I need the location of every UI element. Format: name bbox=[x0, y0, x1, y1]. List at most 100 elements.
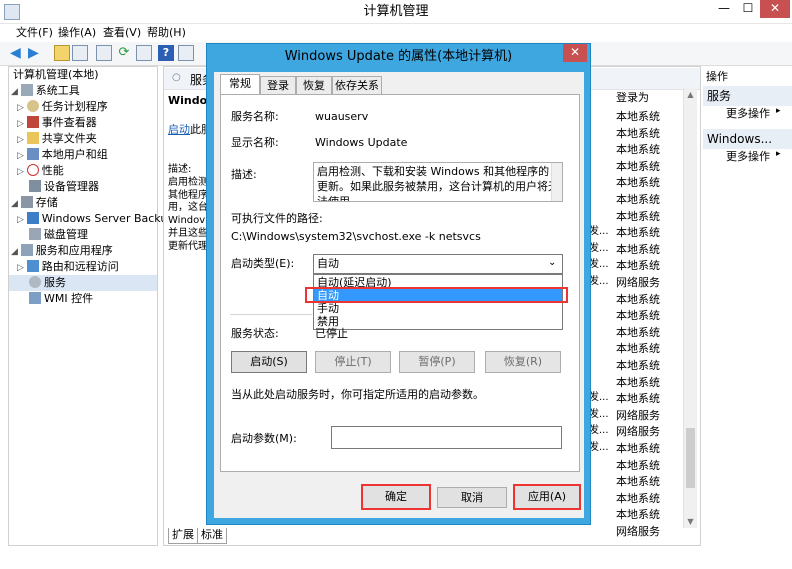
tab-standard[interactable]: 标准 bbox=[197, 528, 227, 544]
tree-item-task-scheduler[interactable]: ▷ 任务计划程序 bbox=[9, 99, 157, 115]
export-list-icon[interactable] bbox=[136, 45, 152, 61]
tree-item-event-viewer[interactable]: ▷ 事件查看器 bbox=[9, 115, 157, 131]
tree-item-local-users[interactable]: ▷ 本地用户和组 bbox=[9, 147, 157, 163]
back-arrow-icon[interactable]: ◀ bbox=[10, 45, 26, 61]
logon-as-cell[interactable]: 本地系统 bbox=[616, 192, 680, 209]
start-params-input[interactable] bbox=[331, 426, 562, 449]
tab-recovery[interactable]: 恢复 bbox=[296, 76, 332, 94]
refresh-icon[interactable]: ⟳ bbox=[116, 45, 132, 61]
device-manager-icon bbox=[29, 180, 41, 192]
tab-dependencies[interactable]: 依存关系 bbox=[332, 76, 382, 94]
tree-item-disk-management[interactable]: 磁盘管理 bbox=[9, 227, 157, 243]
logon-as-cell[interactable]: 本地系统 bbox=[616, 292, 680, 309]
search-icon: ○ bbox=[172, 72, 181, 83]
logon-as-cell[interactable]: 本地系统 bbox=[616, 441, 680, 458]
logon-as-cell[interactable]: 本地系统 bbox=[616, 159, 680, 176]
status-fragment: 发... bbox=[589, 425, 609, 437]
logon-as-cell[interactable]: 本地系统 bbox=[616, 258, 680, 275]
more-actions-services[interactable]: 更多操作 bbox=[726, 106, 770, 122]
actions-section-windows-update[interactable]: Windows... bbox=[703, 129, 792, 149]
logon-as-cell[interactable]: 本地系统 bbox=[616, 474, 680, 491]
startup-type-select[interactable]: 自动 bbox=[313, 254, 563, 274]
column-header-logon-as[interactable]: 登录为 bbox=[616, 91, 649, 105]
tree-root[interactable]: 计算机管理(本地) bbox=[9, 67, 157, 83]
option-manual[interactable]: 手动 bbox=[314, 302, 562, 315]
scrollbar-thumb[interactable] bbox=[686, 428, 695, 488]
tree-item-services-apps[interactable]: ◢ 服务和应用程序 bbox=[9, 243, 157, 259]
services-apps-icon bbox=[20, 244, 33, 256]
logon-as-cell[interactable]: 本地系统 bbox=[616, 358, 680, 375]
logon-as-cell[interactable]: 网络服务 bbox=[616, 275, 680, 292]
arrow-right-icon: ▸ bbox=[776, 106, 781, 116]
tab-general[interactable]: 常规 bbox=[220, 74, 260, 94]
tree-item-system-tools[interactable]: ◢ 系统工具 bbox=[9, 83, 157, 99]
menu-action[interactable]: 操作(A) bbox=[58, 24, 96, 42]
start-service-link[interactable]: 启动 bbox=[168, 123, 190, 137]
logon-as-cell[interactable]: 本地系统 bbox=[616, 126, 680, 143]
description-textbox[interactable]: 启用检测、下载和安装 Windows 和其他程序的更新。如果此服务被禁用，这台计… bbox=[313, 162, 563, 202]
stop-button[interactable]: 停止(T) bbox=[315, 351, 391, 373]
logon-as-cell[interactable]: 本地系统 bbox=[616, 325, 680, 342]
dialog-close-button[interactable]: ✕ bbox=[563, 44, 587, 62]
tab-extended[interactable]: 扩展 bbox=[168, 528, 198, 544]
ok-button[interactable]: 确定 bbox=[361, 484, 431, 510]
logon-as-cell[interactable]: 本地系统 bbox=[616, 375, 680, 392]
tree-item-services[interactable]: 服务 bbox=[9, 275, 157, 291]
logon-as-cell[interactable]: 本地系统 bbox=[616, 242, 680, 259]
vertical-scrollbar[interactable]: ▲ ▼ bbox=[683, 88, 697, 528]
tree-item-routing[interactable]: ▷ 路由和远程访问 bbox=[9, 259, 157, 275]
apply-button[interactable]: 应用(A) bbox=[513, 484, 581, 510]
service-description-fragment: 描述: 启用检测 其他程序 用，这台 Windov 并且这些 更新代理 bbox=[168, 164, 208, 252]
logon-as-cell[interactable]: 本地系统 bbox=[616, 391, 680, 408]
performance-icon bbox=[26, 164, 39, 176]
tab-logon[interactable]: 登录 bbox=[260, 76, 296, 94]
cancel-button[interactable]: 取消 bbox=[437, 487, 507, 508]
menu-file[interactable]: 文件(F) bbox=[16, 24, 53, 42]
logon-as-cell[interactable]: 本地系统 bbox=[616, 341, 680, 358]
option-disabled[interactable]: 禁用 bbox=[314, 315, 562, 328]
logon-as-cell[interactable]: 本地系统 bbox=[616, 225, 680, 242]
description-scrollbar[interactable] bbox=[551, 163, 562, 201]
more-actions-windows-update[interactable]: 更多操作 bbox=[726, 149, 770, 165]
tree-item-shared-folders[interactable]: ▷ 共享文件夹 bbox=[9, 131, 157, 147]
logon-as-cell[interactable]: 本地系统 bbox=[616, 507, 680, 524]
pause-button[interactable]: 暂停(P) bbox=[399, 351, 475, 373]
tree-item-wmi[interactable]: WMI 控件 bbox=[9, 291, 157, 307]
help-icon[interactable]: ? bbox=[158, 45, 174, 61]
logon-as-cell[interactable]: 本地系统 bbox=[616, 142, 680, 159]
properties-icon[interactable] bbox=[96, 45, 112, 61]
logon-as-cell[interactable]: 网络服务 bbox=[616, 408, 680, 425]
logon-as-cell[interactable]: 本地系统 bbox=[616, 109, 680, 126]
up-folder-icon[interactable] bbox=[54, 45, 70, 61]
clock-icon bbox=[26, 100, 39, 112]
tree-item-storage[interactable]: ◢ 存储 bbox=[9, 195, 157, 211]
resume-button[interactable]: 恢复(R) bbox=[485, 351, 561, 373]
wmi-icon bbox=[29, 292, 41, 304]
tree-item-performance[interactable]: ▷ 性能 bbox=[9, 163, 157, 179]
logon-as-cell[interactable]: 本地系统 bbox=[616, 209, 680, 226]
logon-as-cell[interactable]: 网络服务 bbox=[616, 424, 680, 441]
menu-view[interactable]: 查看(V) bbox=[103, 24, 141, 42]
status-fragment: 发... bbox=[589, 242, 609, 254]
display-name-value: Windows Update bbox=[315, 136, 408, 149]
view-icon[interactable] bbox=[178, 45, 194, 61]
show-hide-tree-icon[interactable] bbox=[72, 45, 88, 61]
minimize-button[interactable]: — bbox=[712, 0, 736, 18]
status-fragment: 发... bbox=[589, 259, 609, 271]
logon-as-cell[interactable]: 本地系统 bbox=[616, 175, 680, 192]
logon-as-cell[interactable]: 网络服务 bbox=[616, 524, 680, 541]
logon-as-cell[interactable]: 本地系统 bbox=[616, 458, 680, 475]
maximize-button[interactable]: ☐ bbox=[736, 0, 760, 18]
actions-section-services[interactable]: 服务 bbox=[703, 86, 792, 106]
tree-item-device-manager[interactable]: 设备管理器 bbox=[9, 179, 157, 195]
service-name-label: 服务名称: bbox=[231, 110, 279, 123]
menu-help[interactable]: 帮助(H) bbox=[147, 24, 186, 42]
tree-item-server-backup[interactable]: ▷ Windows Server Backup bbox=[9, 211, 174, 227]
start-params-label: 启动参数(M): bbox=[231, 432, 297, 445]
start-button[interactable]: 启动(S) bbox=[231, 351, 307, 373]
logon-as-cell[interactable]: 本地系统 bbox=[616, 491, 680, 508]
forward-arrow-icon[interactable]: ▶ bbox=[28, 45, 44, 61]
close-button[interactable]: ✕ bbox=[760, 0, 790, 18]
service-status-label: 服务状态: bbox=[231, 327, 279, 340]
logon-as-cell[interactable]: 本地系统 bbox=[616, 308, 680, 325]
